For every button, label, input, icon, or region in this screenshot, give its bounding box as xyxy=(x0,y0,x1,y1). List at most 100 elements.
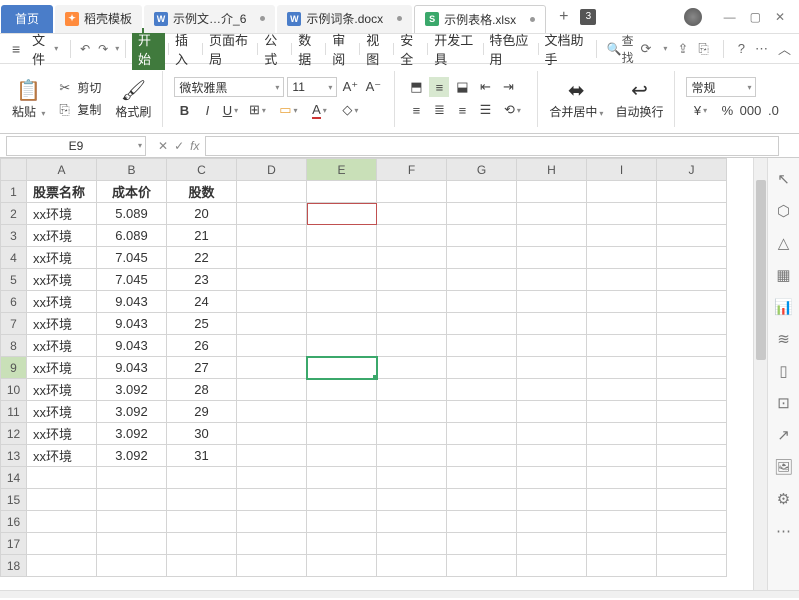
indent-decrease-icon[interactable]: ⇤ xyxy=(475,77,495,97)
cell[interactable] xyxy=(447,335,517,357)
cell[interactable] xyxy=(377,247,447,269)
col-header[interactable]: E xyxy=(307,159,377,181)
sync-icon[interactable]: ⟳ xyxy=(641,41,652,57)
cell[interactable]: 30 xyxy=(167,423,237,445)
menu-tab[interactable]: 文档助手 xyxy=(542,28,590,70)
row-header[interactable]: 13 xyxy=(1,445,27,467)
row-header[interactable]: 17 xyxy=(1,533,27,555)
cell[interactable] xyxy=(377,335,447,357)
row-header[interactable]: 9 xyxy=(1,357,27,379)
cell[interactable] xyxy=(517,203,587,225)
spreadsheet[interactable]: ABCDEFGHIJ1股票名称成本价股数2xx环境5.089203xx环境6.0… xyxy=(0,158,753,590)
document-tab[interactable]: W示例词条.docx xyxy=(277,5,412,33)
cell[interactable] xyxy=(587,467,657,489)
cell[interactable] xyxy=(517,511,587,533)
cell[interactable] xyxy=(237,247,307,269)
cell[interactable] xyxy=(377,225,447,247)
cell[interactable] xyxy=(587,313,657,335)
cell[interactable] xyxy=(447,401,517,423)
cell[interactable]: 6.089 xyxy=(97,225,167,247)
border-button[interactable]: ⊞▾ xyxy=(243,100,271,120)
link-icon[interactable]: ↗ xyxy=(777,426,790,444)
cell[interactable]: 7.045 xyxy=(97,269,167,291)
effects-button[interactable]: ◇▾ xyxy=(336,100,364,120)
underline-button[interactable]: U▾ xyxy=(220,100,240,120)
cell[interactable] xyxy=(657,467,727,489)
shape-icon[interactable]: △ xyxy=(778,234,790,252)
cell[interactable]: 23 xyxy=(167,269,237,291)
cell[interactable] xyxy=(587,203,657,225)
cell[interactable] xyxy=(97,555,167,577)
cell[interactable] xyxy=(237,357,307,379)
cell[interactable]: 22 xyxy=(167,247,237,269)
row-header[interactable]: 2 xyxy=(1,203,27,225)
confirm-formula-icon[interactable]: ✓ xyxy=(174,139,184,153)
cell[interactable]: 股数 xyxy=(167,181,237,203)
cell[interactable]: 9.043 xyxy=(97,313,167,335)
cell[interactable] xyxy=(587,181,657,203)
cell[interactable] xyxy=(587,533,657,555)
cell[interactable]: 31 xyxy=(167,445,237,467)
font-size-select[interactable]: 11▾ xyxy=(287,77,337,97)
row-header[interactable]: 8 xyxy=(1,335,27,357)
more-tools-icon[interactable]: ⋯ xyxy=(776,522,791,540)
cell[interactable] xyxy=(307,291,377,313)
cell[interactable] xyxy=(517,379,587,401)
cell[interactable]: xx环境 xyxy=(27,225,97,247)
name-box[interactable]: E9▾ xyxy=(6,136,146,156)
menu-tab[interactable]: 插入 xyxy=(172,28,199,70)
cell[interactable] xyxy=(447,489,517,511)
cell[interactable] xyxy=(377,291,447,313)
cell[interactable] xyxy=(657,225,727,247)
qat-dropdown[interactable]: ▾ xyxy=(115,44,119,53)
decrease-decimal-icon[interactable]: .0 xyxy=(763,100,783,120)
cell[interactable] xyxy=(587,401,657,423)
cell[interactable] xyxy=(167,533,237,555)
cell[interactable] xyxy=(447,423,517,445)
font-family-select[interactable]: 微软雅黑▾ xyxy=(174,77,284,97)
cell[interactable] xyxy=(307,357,377,379)
cell[interactable]: 5.089 xyxy=(97,203,167,225)
apps-icon[interactable]: ▦ xyxy=(776,266,790,284)
cell[interactable] xyxy=(657,511,727,533)
cell[interactable] xyxy=(517,401,587,423)
format-painter-button[interactable]: 🖌格式刷 xyxy=(111,75,155,122)
cell[interactable] xyxy=(237,423,307,445)
cell[interactable]: xx环境 xyxy=(27,335,97,357)
col-header[interactable]: B xyxy=(97,159,167,181)
document-tab[interactable]: W示例文…介_6 xyxy=(144,5,275,33)
cell[interactable] xyxy=(377,533,447,555)
cell[interactable] xyxy=(517,313,587,335)
cell[interactable] xyxy=(307,247,377,269)
cell[interactable] xyxy=(307,335,377,357)
cell[interactable]: 26 xyxy=(167,335,237,357)
menu-tab[interactable]: 公式 xyxy=(261,28,288,70)
paste-button[interactable]: 📋粘贴 ▾ xyxy=(8,75,49,122)
cell[interactable] xyxy=(517,225,587,247)
cell[interactable] xyxy=(447,247,517,269)
cell[interactable] xyxy=(97,511,167,533)
cell[interactable] xyxy=(377,269,447,291)
undo-button[interactable]: ↶ xyxy=(77,42,93,56)
cell[interactable] xyxy=(447,379,517,401)
row-header[interactable]: 7 xyxy=(1,313,27,335)
percent-icon[interactable]: % xyxy=(717,100,737,120)
row-header[interactable]: 18 xyxy=(1,555,27,577)
cell[interactable] xyxy=(237,401,307,423)
cursor-icon[interactable]: ↖ xyxy=(777,170,790,188)
cell[interactable] xyxy=(307,401,377,423)
cell[interactable] xyxy=(447,181,517,203)
cell[interactable] xyxy=(587,357,657,379)
cell[interactable]: 24 xyxy=(167,291,237,313)
export-icon[interactable]: ⎘ xyxy=(698,41,708,57)
cell[interactable]: 成本价 xyxy=(97,181,167,203)
align-bottom-icon[interactable]: ⬓ xyxy=(452,77,472,97)
document-tab[interactable]: ✦稻壳模板 xyxy=(55,5,142,33)
cell[interactable] xyxy=(657,379,727,401)
row-header[interactable]: 11 xyxy=(1,401,27,423)
chart-icon[interactable]: 📊 xyxy=(774,298,793,316)
cell[interactable] xyxy=(307,555,377,577)
cell[interactable]: 3.092 xyxy=(97,445,167,467)
cell[interactable] xyxy=(237,533,307,555)
cell[interactable] xyxy=(447,269,517,291)
